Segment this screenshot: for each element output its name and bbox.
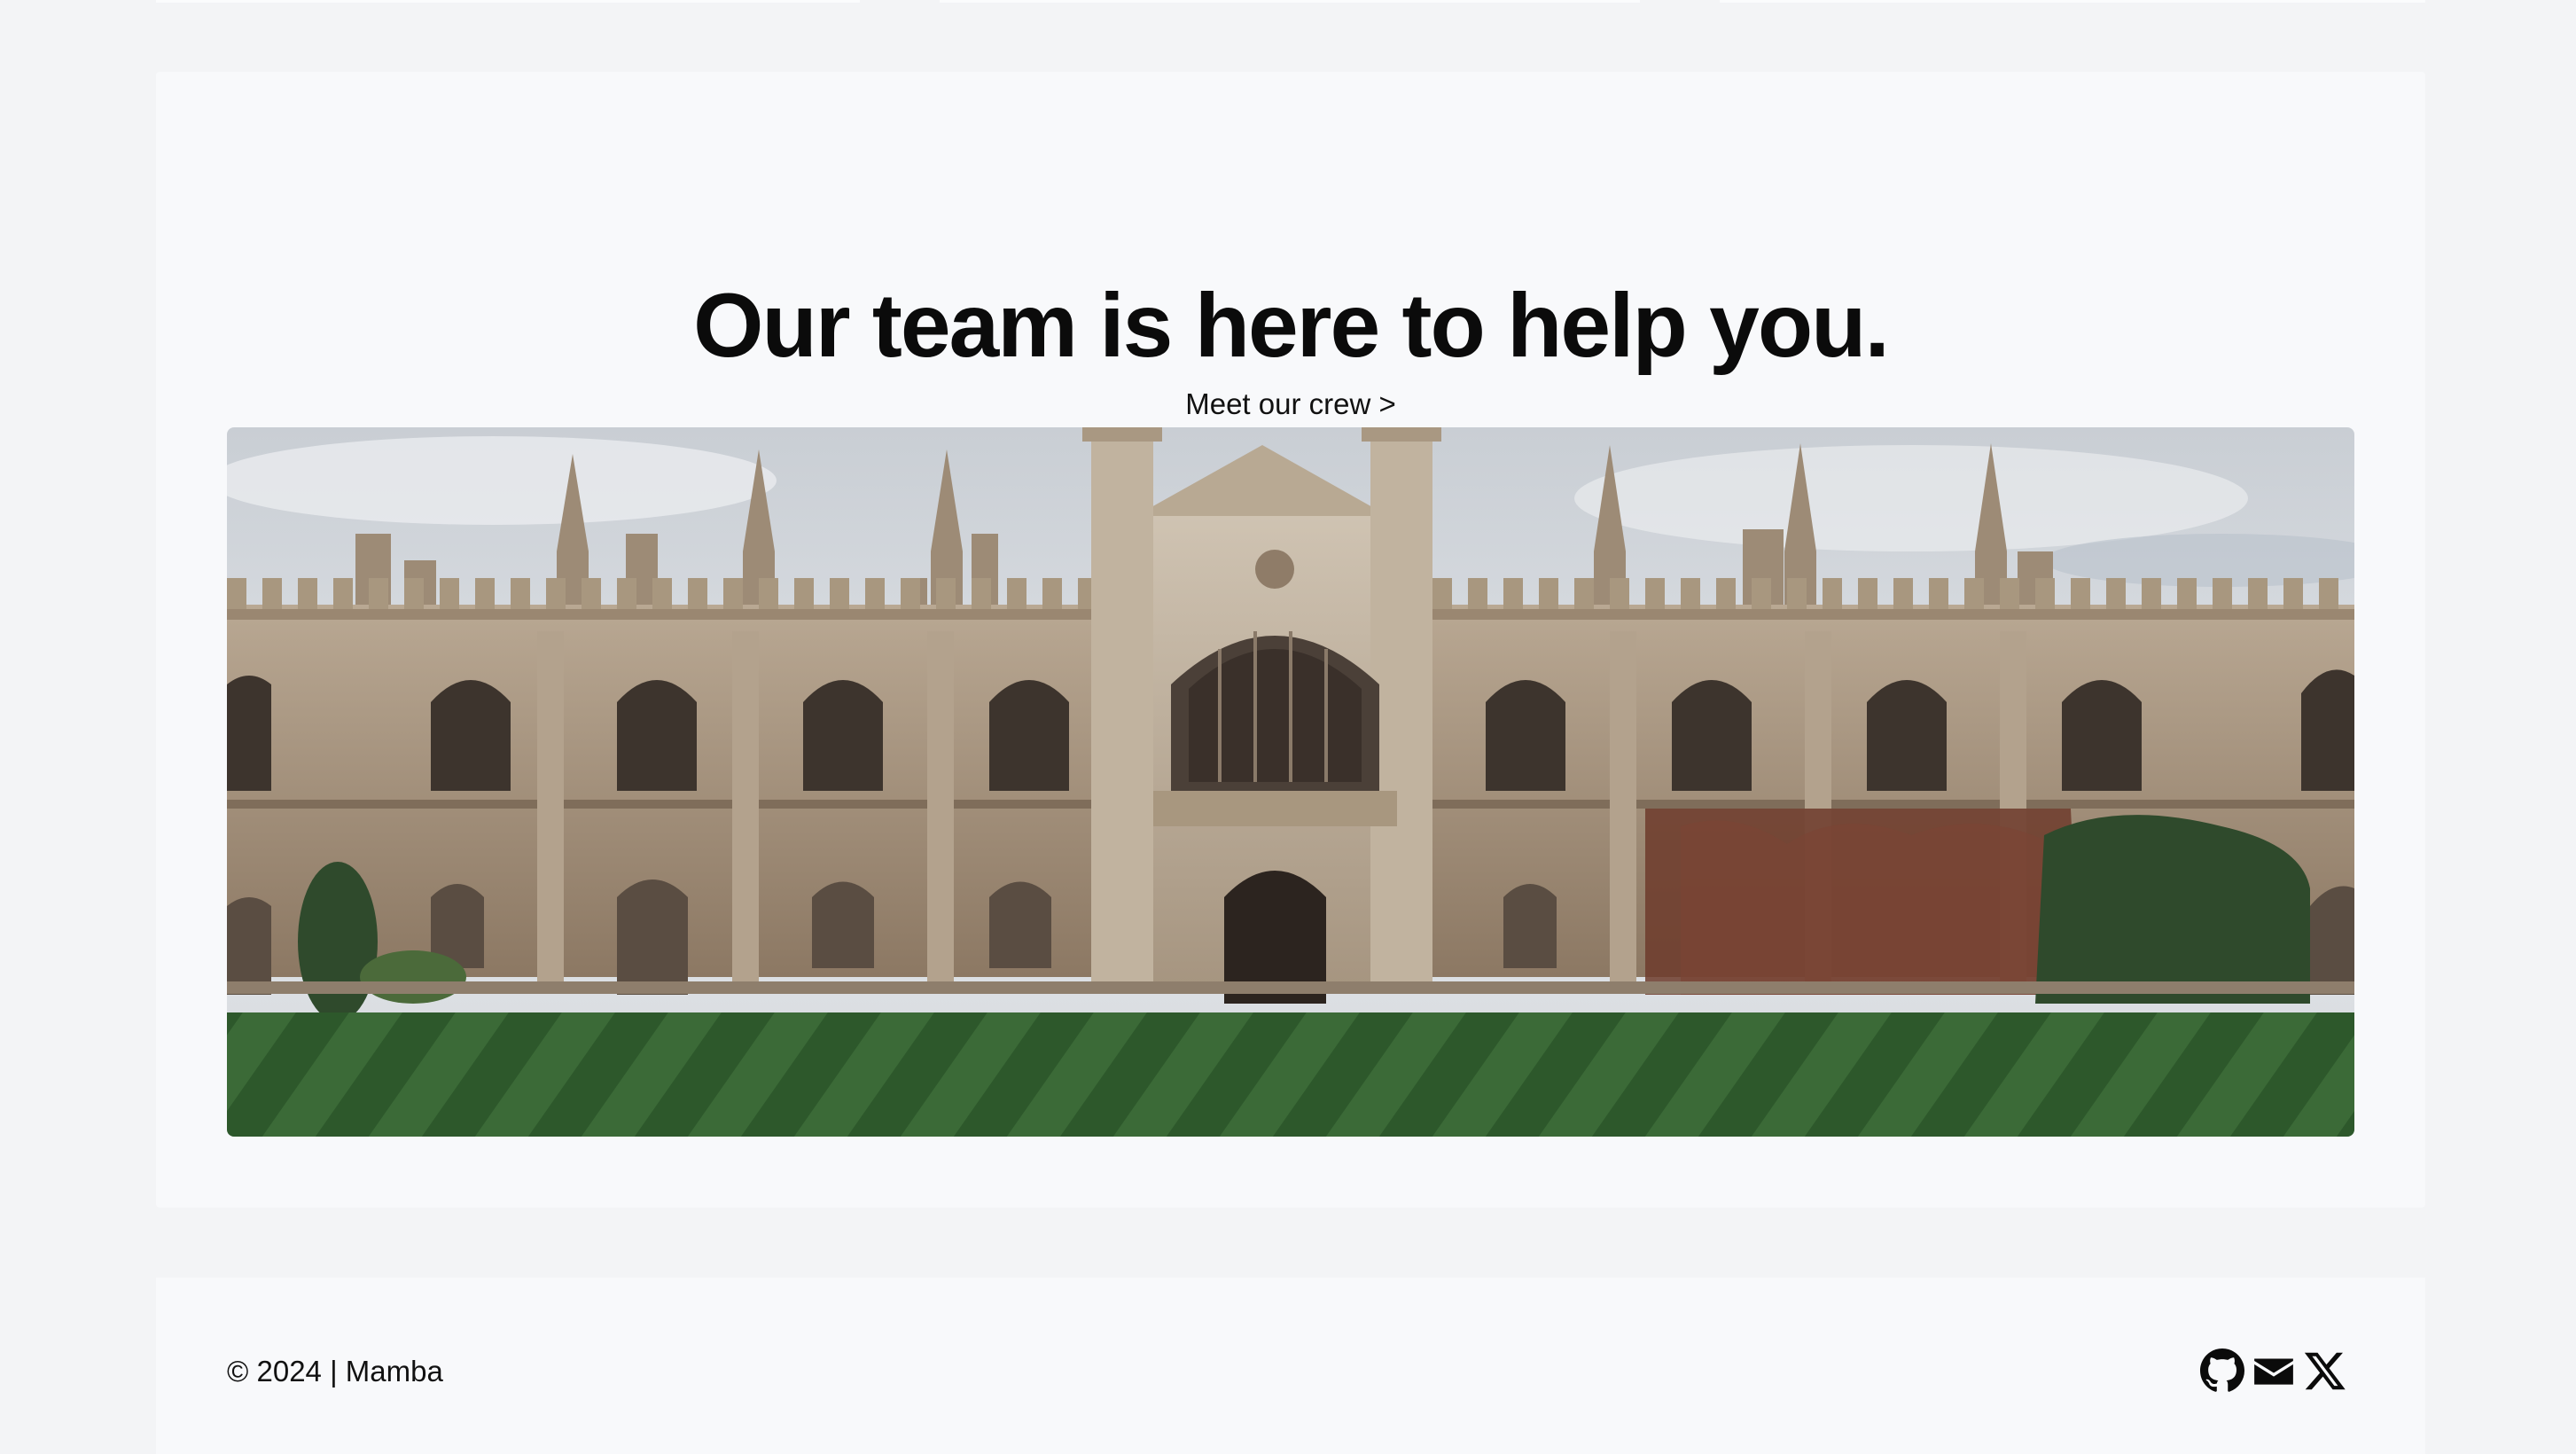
meet-crew-link[interactable]: Meet our crew > [1185,387,1396,420]
x-link[interactable] [2303,1348,2347,1393]
footer: © 2024 | Mamba [156,1278,2425,1454]
copyright-text: © 2024 | Mamba [227,1355,443,1388]
github-link[interactable] [2200,1348,2244,1393]
hero-title: Our team is here to help you. [693,275,1890,376]
hero-image [227,427,2354,1137]
top-strip-segment [1720,0,2425,3]
meet-crew-link-row: Meet our crew > [156,389,2425,418]
social-links [2200,1348,2347,1393]
top-strip-segment [156,0,860,3]
email-link[interactable] [2252,1348,2296,1393]
github-icon [2200,1348,2244,1392]
x-twitter-icon [2304,1352,2346,1390]
mail-icon [2254,1358,2293,1385]
top-strip-segment [940,0,1640,3]
top-strip [0,0,2576,4]
hero-section: Our team is here to help you. Meet our c… [156,72,2425,1208]
